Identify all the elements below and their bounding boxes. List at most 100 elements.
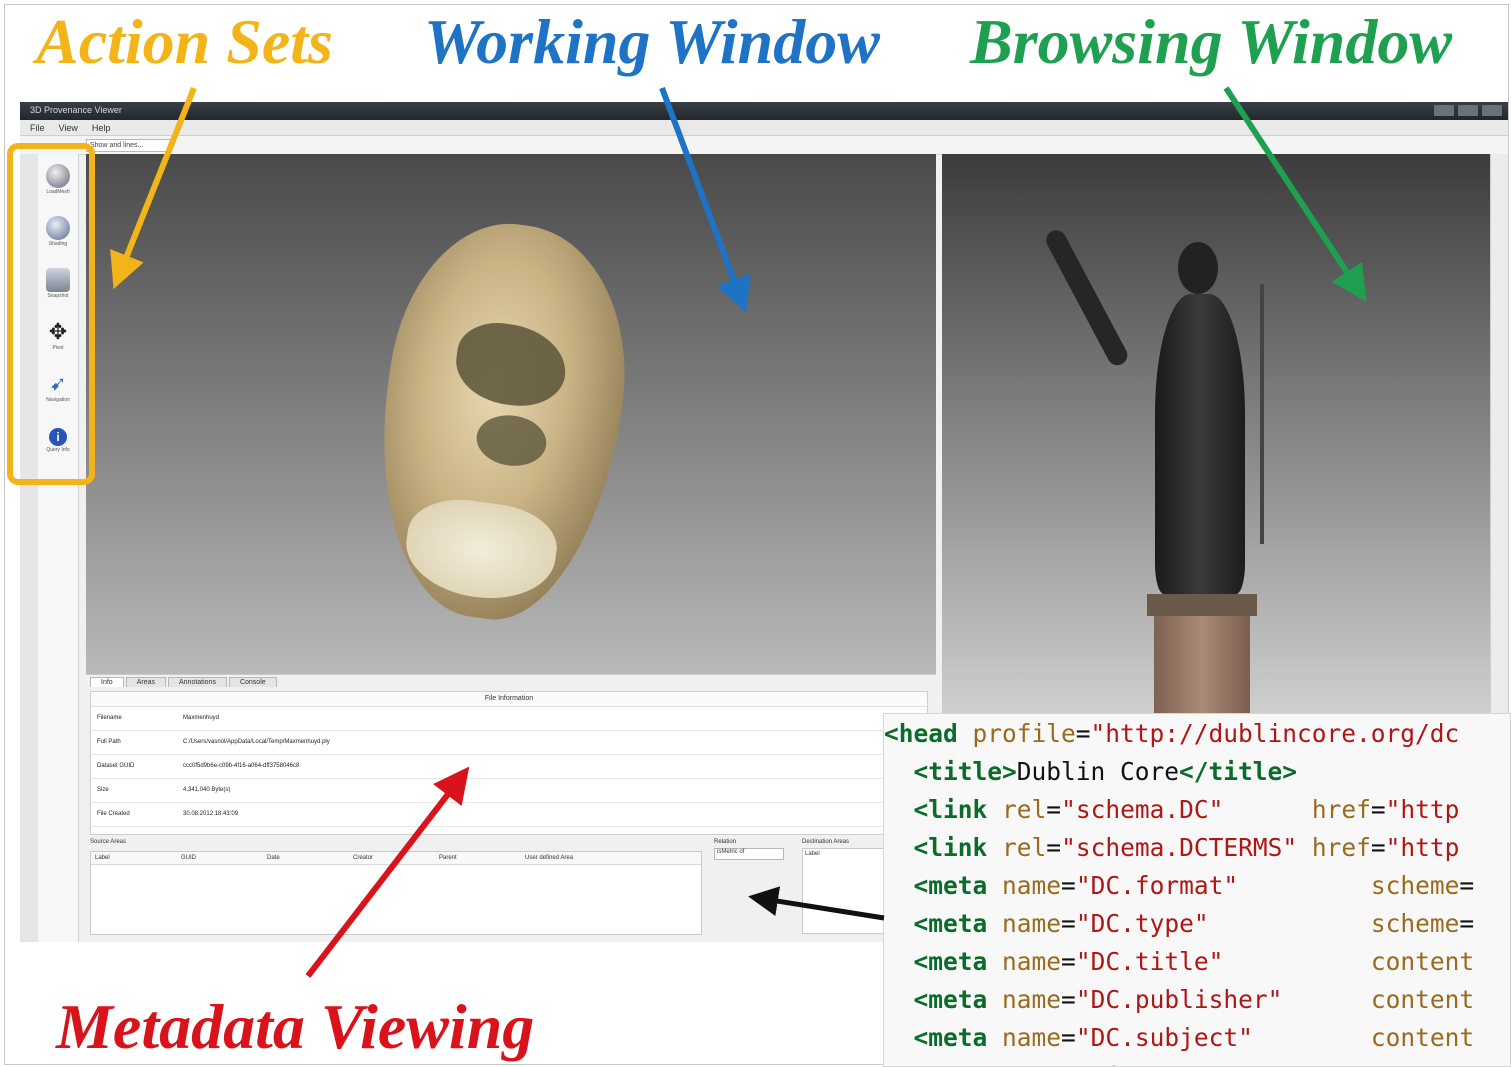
code-token: "DC.title" [1075,947,1224,976]
mesh-sphere-icon [46,164,70,188]
code-token: name [987,1023,1062,1052]
head-mesh-model [357,209,646,634]
dublin-core-code-snippet: <head profile="http://dublincore.org/dc … [883,713,1511,1067]
code-token: scheme [1238,871,1460,900]
side-tabs[interactable] [20,154,39,942]
code-line: <head profile="http://dublincore.org/dc [884,715,1510,753]
code-token: content [1223,947,1475,976]
code-token: <head [884,719,958,748]
callout-browsing-window: Browsing Window [970,6,1452,77]
tab-info[interactable]: Info [90,677,124,687]
code-token: "DC.subject" [1075,1023,1253,1052]
action-shading[interactable]: Shading [40,216,76,247]
code-token: name [987,871,1062,900]
action-snapshot[interactable]: Snapshot [40,268,76,299]
callout-working-window: Working Window [424,6,880,77]
relation-label: Relation [714,839,737,845]
code-token: content [1282,985,1475,1014]
source-areas-grid[interactable]: Label GUID Date Creator Parent User defi… [90,851,702,935]
metadata-panel: Info Areas Annotations Console File Info… [86,674,936,942]
browsing-window-viewport[interactable] [942,154,1490,714]
col-user-defined-area[interactable]: User defined Area [521,852,665,864]
action-sets-bar: LoadMesh Shading Snapshot ✥ Pivot ➹ Navi… [38,154,79,942]
statue-model [1155,294,1245,594]
minimize-button[interactable] [1434,105,1454,116]
tab-console[interactable]: Console [228,677,277,687]
window-title: 3D Provenance Viewer [30,105,122,115]
menu-help[interactable]: Help [92,120,111,135]
window-controls [1434,105,1502,116]
tab-areas[interactable]: Areas [125,677,166,687]
file-information-table: File Information Filename Maxmenhuyd Ful… [90,691,928,835]
code-token: = [1061,871,1076,900]
shading-sphere-icon [46,216,70,240]
code-token: <meta [913,985,988,1014]
code-token: "schema.DC" [1061,795,1224,824]
code-token: <title> [913,757,1017,786]
move-arrows-icon: ✥ [48,319,68,344]
code-token: = [1370,795,1386,824]
code-token: = [1061,909,1076,938]
navigation-icon: ➹ [49,373,67,395]
code-token: = [1061,985,1076,1014]
tab-annotations[interactable]: Annotations [167,677,227,687]
code-token: href [1297,833,1371,862]
code-line: <link rel="schema.DCTERMS" href="http [884,829,1510,867]
table-row: Size 4,341,040 Byte(s) [91,779,927,803]
code-token: profile [957,719,1076,748]
code-line: <title>Dublin Core</title> [884,753,1510,791]
working-window-viewport[interactable] [86,154,936,674]
action-query-info[interactable]: i Query Info [40,424,76,453]
menu-view[interactable]: View [59,120,78,135]
display-mode-combo[interactable]: Show and lines... [86,139,171,152]
table-row: Dataset GUID ccc0f5d9b6e-c09b-4f16-a064-… [91,755,927,779]
code-token: "DC.format" [1075,871,1239,900]
relation-group: Relation isMetric of [714,839,784,860]
code-token: = [1046,795,1062,824]
col-date[interactable]: Date [263,852,349,864]
code-line: <meta name="DC.format" scheme= [884,867,1510,905]
code-token: <meta [913,871,988,900]
code-token: "DC.publisher" [1075,985,1283,1014]
action-loadmesh[interactable]: LoadMesh [40,164,76,195]
action-pivot[interactable]: ✥ Pivot [40,319,76,352]
col-parent[interactable]: Parent [435,852,521,864]
col-creator[interactable]: Creator [349,852,435,864]
col-guid[interactable]: GUID [177,852,263,864]
menu-file[interactable]: File [30,120,45,135]
action-navigation[interactable]: ➹ Navigation [40,372,76,403]
callout-action-sets: Action Sets [36,6,333,77]
pedestal-cap [1147,594,1257,616]
code-line: <meta name="DC.type" scheme= [884,905,1510,943]
code-token: name [987,909,1062,938]
disk-icon [46,268,70,292]
code-token: <meta [914,1061,988,1066]
col-label[interactable]: Label [91,852,177,864]
code-token: content [1252,1023,1475,1052]
table-row: Full Path C:/Users/vasnol/AppData/Local/… [91,731,927,755]
relation-select[interactable]: isMetric of [714,848,784,860]
table-row: Filename Maxmenhuyd [91,707,927,731]
code-token: = [1459,909,1475,938]
code-token: href [1223,795,1371,824]
title-bar: 3D Provenance Viewer [20,102,1508,120]
info-icon: i [49,428,67,446]
close-button[interactable] [1482,105,1502,116]
file-information-title: File Information [91,692,927,707]
code-token: <meta [913,1023,988,1052]
code-token: scheme [1208,909,1460,938]
code-token: <meta [913,947,988,976]
code-token: "http://dublincore.org/dc [1090,719,1460,748]
source-areas-label: Source Areas [90,839,127,845]
code-token: "http [1385,833,1460,862]
maximize-button[interactable] [1458,105,1478,116]
code-token: </title> [1179,757,1298,786]
